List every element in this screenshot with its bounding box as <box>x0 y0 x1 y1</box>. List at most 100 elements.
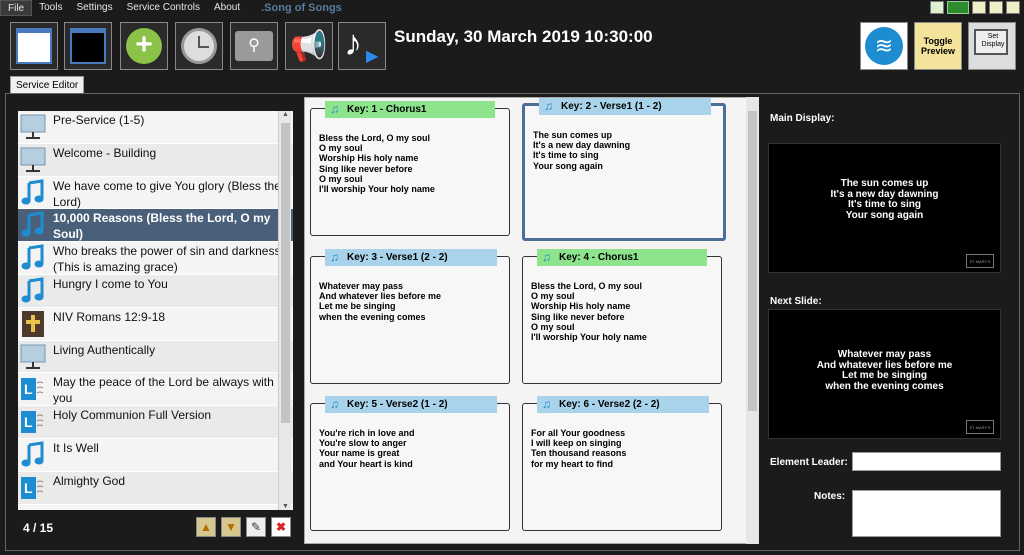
slide-key-header: ♫ Key: 6 - Verse2 (2 - 2) <box>537 396 709 413</box>
service-list-item[interactable]: Who breaks the power of sin and darkness… <box>18 242 293 275</box>
delete-icon: ✖ <box>275 520 287 534</box>
edit-icon: ✎ <box>250 520 262 534</box>
slide-key-header: ♫ Key: 4 - Chorus1 <box>537 249 707 266</box>
service-list-item[interactable]: Living Authentically <box>18 340 293 374</box>
slide-lyrics: You're rich in love and You're slow to a… <box>319 428 415 469</box>
blank-screen-button[interactable] <box>64 22 112 70</box>
delete-item-button[interactable]: ✖ <box>271 517 291 537</box>
service-list-item[interactable]: It Is Well <box>18 439 293 472</box>
main-display-label: Main Display: <box>770 113 835 124</box>
stage-display-button[interactable]: ≋ <box>860 22 908 70</box>
toggle-preview-button[interactable]: Toggle Preview <box>914 22 962 70</box>
service-list-item[interactable]: Pre-Service (1-5) <box>18 111 293 144</box>
datetime-display: Sunday, 30 March 2019 10:30:00 <box>394 27 653 46</box>
service-list-item[interactable]: L Holy Communion Full Version <box>18 406 293 439</box>
play-music-button[interactable]: ♪ ▶ <box>338 22 386 70</box>
arrow-up-icon: ▲ <box>200 520 212 534</box>
slide-card[interactable]: ♫ Key: 1 - Chorus1 Bless the Lord, O my so… <box>310 101 510 236</box>
service-list-item-label: It Is Well <box>53 440 99 455</box>
liturgy-icon: L <box>18 373 48 405</box>
activity-icon[interactable] <box>930 1 944 14</box>
service-list-item[interactable]: Hungry I come to You <box>18 274 293 308</box>
menu-about[interactable]: About <box>207 0 247 16</box>
service-list-item-label: Welcome - Building <box>53 145 157 160</box>
slides-scrollbar[interactable] <box>746 97 759 544</box>
menu-tools[interactable]: Tools <box>32 0 69 16</box>
next-slide-preview: Whatever may pass And whatever lies befo… <box>768 309 1001 439</box>
announce-button[interactable]: 📢 <box>285 22 333 70</box>
slide-card[interactable]: ♫ Key: 2 - Verse1 (1 - 2) The sun comes up… <box>522 98 726 241</box>
app-title: .Song of Songs <box>261 2 342 14</box>
monitor-icon <box>18 144 48 176</box>
element-leader-label: Element Leader: <box>770 457 848 468</box>
music-note-icon <box>18 275 48 307</box>
service-list-item[interactable]: We have come to give You glory (Bless th… <box>18 177 293 210</box>
svg-text:L: L <box>24 480 33 496</box>
music-note-icon <box>18 242 48 274</box>
service-list-item[interactable]: L May the peace of the Lord be always wit… <box>18 373 293 407</box>
service-list-scrollbar[interactable]: ▲ ▼ <box>278 111 291 510</box>
usb-button[interactable]: ⚲ <box>230 22 278 70</box>
scroll-down-icon[interactable]: ▼ <box>282 503 289 510</box>
scroll-up-icon[interactable]: ▲ <box>282 111 289 118</box>
slide-card[interactable]: ♫ Key: 6 - Verse2 (2 - 2) For all Your goo… <box>522 396 722 531</box>
service-list-item-label: Pre-Service (1-5) <box>53 113 145 127</box>
service-list-item-label: NIV Romans 12:9-18 <box>53 309 166 324</box>
service-list-item-label: Holy Communion Full Version <box>53 408 212 423</box>
service-list-item-label: May the peace of the Lord be always with… <box>53 375 274 406</box>
edit-item-button[interactable]: ✎ <box>246 517 266 537</box>
new-service-button[interactable] <box>10 22 58 70</box>
slides-scroll-thumb[interactable] <box>748 111 757 411</box>
menu-file[interactable]: File <box>0 0 33 16</box>
megaphone-icon: 📢 <box>290 29 328 63</box>
next-slide-text: Whatever may pass And whatever lies befo… <box>816 349 953 392</box>
church-logo-icon: ST MARY'S <box>966 420 994 434</box>
music-note-icon <box>18 439 48 471</box>
minimize-button[interactable] <box>972 1 986 14</box>
service-list-item-label: We have come to give You glory (Bless th… <box>53 178 281 209</box>
menu-settings[interactable]: Settings <box>69 0 119 16</box>
preview-panel: Main Display: The sun comes up It's a ne… <box>763 101 1016 546</box>
service-list-item[interactable]: 10,000 Reasons (Bless the Lord, O my Sou… <box>18 209 293 243</box>
usb-drive-icon: ⚲ <box>235 31 273 61</box>
slide-lyrics: For all Your goodness I will keep on sin… <box>531 428 627 469</box>
timer-button[interactable] <box>175 22 223 70</box>
service-list-item[interactable]: NIV Romans 12:9-18 <box>18 308 293 341</box>
service-list-item[interactable]: L Almighty God <box>18 471 293 505</box>
white-window-icon <box>16 28 52 64</box>
tab-service-editor[interactable]: Service Editor <box>10 76 85 94</box>
service-list-item[interactable]: Welcome - Building <box>18 143 293 177</box>
slide-key-header: ♫ Key: 1 - Chorus1 <box>325 101 495 118</box>
item-counter: 4 / 15 <box>23 521 54 535</box>
slide-card[interactable]: ♫ Key: 3 - Verse1 (2 - 2) Whatever may pas… <box>310 249 510 384</box>
set-display-button[interactable]: Set Display <box>968 22 1016 70</box>
slide-lyrics: Bless the Lord, O my soul O my soul Wors… <box>531 281 647 343</box>
service-list-item-label: Hungry I come to You <box>53 276 168 291</box>
slide-key-header: ♫ Key: 2 - Verse1 (1 - 2) <box>539 98 711 115</box>
service-list-item-label: Living Authentically <box>53 342 156 357</box>
slide-card[interactable]: ♫ Key: 5 - Verse2 (1 - 2) You're rich in l… <box>310 396 510 531</box>
close-button[interactable] <box>1006 1 1020 14</box>
slides-panel: ♫ Key: 1 - Chorus1 Bless the Lord, O my so… <box>304 97 759 544</box>
window-controls <box>930 1 1020 14</box>
add-item-button[interactable]: + <box>120 22 168 70</box>
slide-key-header: ♫ Key: 3 - Verse1 (2 - 2) <box>325 249 497 266</box>
liturgy-icon: L <box>18 472 48 504</box>
music-note-icon: ♫ <box>330 102 339 116</box>
clock-icon <box>181 28 217 64</box>
move-up-button[interactable]: ▲ <box>196 517 216 537</box>
slide-lyrics: Whatever may pass And whatever lies befo… <box>319 281 442 322</box>
music-note-icon <box>18 177 48 209</box>
service-list-item-label: Almighty God <box>53 473 126 488</box>
notes-label: Notes: <box>814 491 846 502</box>
element-leader-input[interactable] <box>852 452 1001 471</box>
notes-textarea[interactable] <box>852 490 1001 537</box>
slide-card[interactable]: ♫ Key: 4 - Chorus1 Bless the Lord, O my so… <box>522 249 722 384</box>
slide-key-label: Key: 2 - Verse1 (1 - 2) <box>561 101 662 112</box>
move-down-button[interactable]: ▼ <box>221 517 241 537</box>
menu-service-controls[interactable]: Service Controls <box>120 0 207 16</box>
maximize-button[interactable] <box>989 1 1003 14</box>
black-window-icon <box>70 28 106 64</box>
service-list-scroll-thumb[interactable] <box>281 123 290 423</box>
slide-key-label: Key: 5 - Verse2 (1 - 2) <box>347 399 448 410</box>
